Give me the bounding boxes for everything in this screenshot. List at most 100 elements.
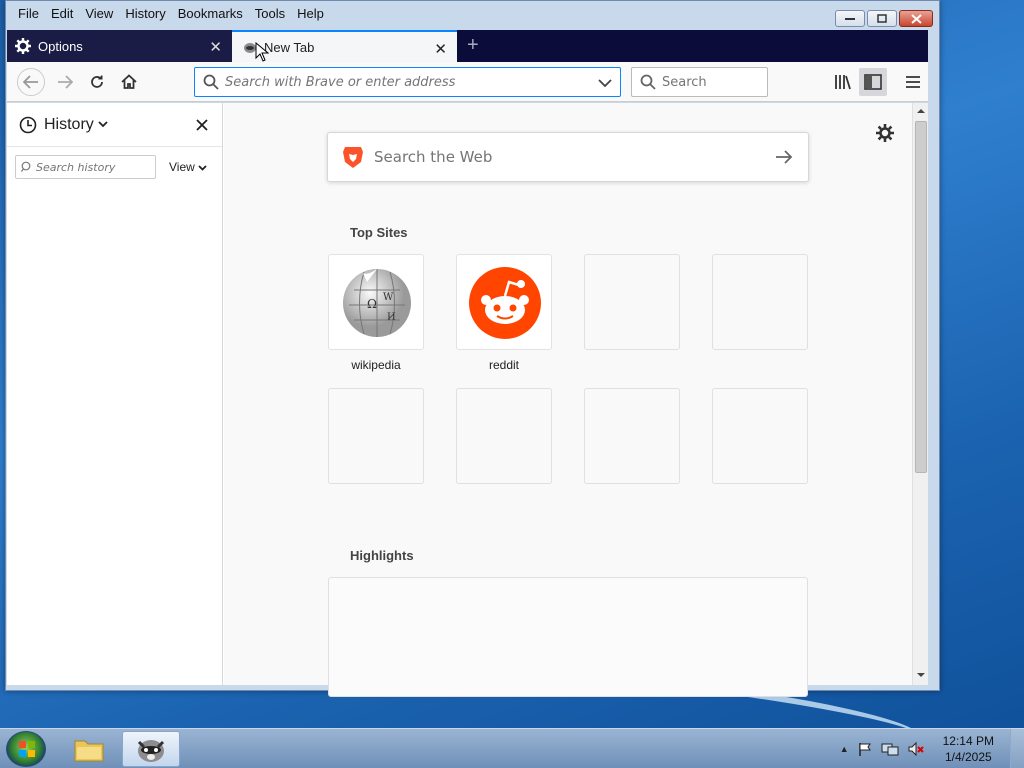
close-tab-icon[interactable]: ✕ [209, 38, 222, 56]
menu-view[interactable]: View [85, 6, 113, 21]
arrow-right-icon[interactable] [775, 150, 793, 164]
gear-icon[interactable] [876, 124, 894, 142]
sidebar-header: History [7, 103, 222, 147]
history-search-input[interactable] [36, 160, 155, 174]
history-sidebar: History View [7, 103, 223, 685]
show-desktop-button[interactable] [1010, 729, 1024, 768]
clock-icon [19, 116, 37, 133]
chevron-down-icon [198, 165, 207, 171]
url-bar[interactable] [194, 67, 621, 97]
history-search-field[interactable] [15, 155, 156, 179]
tab-strip: Options ✕ New Tab ✕ + [7, 30, 928, 62]
start-button[interactable] [6, 731, 46, 767]
tab-label: Options [38, 38, 83, 54]
svg-text:И: И [387, 312, 396, 323]
chevron-down-icon[interactable] [98, 121, 108, 128]
top-site-label: reddit [488, 358, 520, 372]
new-tab-button[interactable]: + [467, 34, 479, 57]
back-arrow-icon [23, 75, 38, 89]
wikipedia-globe-icon: Ω W И [343, 269, 411, 337]
raccoon-browser-icon [137, 740, 165, 762]
tab-label: New Tab [264, 39, 315, 55]
volume-muted-icon[interactable] [907, 741, 925, 757]
search-icon [203, 74, 219, 90]
close-window-button[interactable] [899, 10, 933, 27]
scrollbar-thumb[interactable] [915, 121, 927, 473]
brave-lion-icon [343, 147, 363, 168]
maximize-button[interactable] [867, 10, 897, 27]
sidebar-toggle-button[interactable] [859, 68, 887, 96]
menu-history[interactable]: History [125, 6, 165, 21]
show-hidden-icons-icon[interactable]: ▲ [840, 744, 849, 754]
close-sidebar-icon[interactable] [196, 119, 208, 131]
close-tab-icon[interactable]: ✕ [434, 40, 447, 58]
mouse-cursor-icon [255, 42, 269, 62]
menu-bookmarks[interactable]: Bookmarks [178, 6, 243, 21]
library-button[interactable] [831, 70, 855, 94]
clock-time: 12:14 PM [942, 734, 994, 748]
top-sites-title: Top Sites [350, 225, 408, 240]
svg-text:Ω: Ω [367, 297, 377, 311]
url-input[interactable] [225, 74, 620, 90]
top-site-tile-empty[interactable] [584, 388, 680, 484]
window-controls [835, 10, 933, 27]
top-site-tile-empty[interactable] [712, 254, 808, 350]
highlights-card [328, 577, 808, 697]
library-icon [835, 75, 851, 90]
restore-icon [877, 14, 887, 23]
top-site-tile-wikipedia[interactable]: Ω W И [328, 254, 424, 350]
page-scrollbar[interactable] [912, 103, 928, 685]
gear-icon [15, 38, 31, 54]
home-icon [121, 74, 137, 89]
clock-date: 1/4/2025 [944, 750, 992, 764]
new-tab-page: Top Sites Ω W И wikipedia [224, 103, 912, 697]
top-site-tile-empty[interactable] [712, 388, 808, 484]
scroll-down-arrow-icon[interactable] [915, 671, 927, 679]
menu-edit[interactable]: Edit [51, 6, 73, 21]
sidebar-title[interactable]: History [44, 116, 94, 134]
minimize-button[interactable] [835, 10, 865, 27]
view-label: View [169, 160, 195, 174]
file-explorer-taskbar-button[interactable] [60, 731, 118, 767]
search-bar[interactable] [631, 67, 768, 97]
scroll-up-arrow-icon[interactable] [915, 107, 927, 115]
search-input[interactable] [662, 74, 767, 90]
navigation-toolbar [7, 62, 928, 102]
menu-tools[interactable]: Tools [255, 6, 285, 21]
sidebar-icon [864, 74, 882, 90]
close-icon [910, 13, 922, 24]
menu-help[interactable]: Help [297, 6, 324, 21]
view-dropdown-button[interactable]: View [169, 160, 207, 174]
highlights-title: Highlights [350, 548, 414, 563]
tab-options[interactable]: Options ✕ [7, 30, 232, 62]
top-site-tile-reddit[interactable] [456, 254, 552, 350]
web-search-box[interactable] [327, 132, 809, 182]
search-icon [640, 74, 656, 90]
clock[interactable]: 12:14 PM 1/4/2025 [943, 733, 994, 765]
home-button[interactable] [117, 70, 141, 94]
folder-icon [74, 740, 104, 762]
top-site-tile-empty[interactable] [456, 388, 552, 484]
taskbar: ▲ 12:14 PM 1/4/2025 [0, 728, 1024, 768]
top-site-label: wikipedia [351, 358, 401, 372]
top-site-tile-empty[interactable] [584, 254, 680, 350]
network-icon[interactable] [881, 741, 899, 757]
forward-button[interactable] [53, 70, 77, 94]
menu-button[interactable] [901, 70, 925, 94]
content-area: History View Top Sites [7, 103, 928, 697]
reload-button[interactable] [85, 70, 109, 94]
windows-logo-icon [19, 741, 35, 757]
minimize-icon [845, 17, 855, 20]
top-site-tile-empty[interactable] [328, 388, 424, 484]
svg-text:W: W [383, 292, 394, 303]
back-button[interactable] [17, 68, 45, 96]
web-search-input[interactable] [374, 148, 754, 166]
forward-arrow-icon [58, 75, 73, 89]
action-center-flag-icon[interactable] [857, 741, 873, 757]
menu-file[interactable]: File [18, 6, 39, 21]
chevron-down-icon[interactable] [598, 79, 612, 87]
system-tray: ▲ 12:14 PM 1/4/2025 [840, 729, 994, 768]
hamburger-menu-icon [906, 76, 920, 88]
menu-bar: File Edit View History Bookmarks Tools H… [6, 1, 939, 25]
browser-taskbar-button[interactable] [122, 731, 180, 767]
